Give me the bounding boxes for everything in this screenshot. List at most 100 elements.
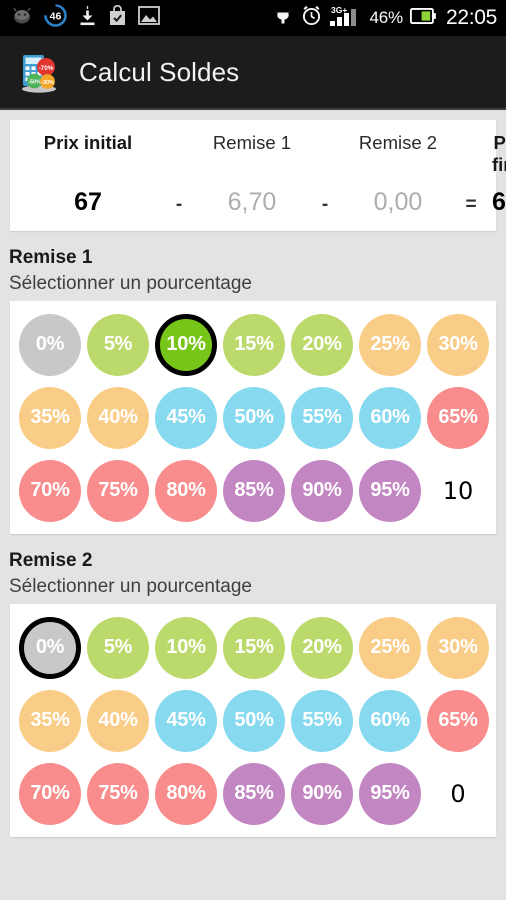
status-bar-clock: 22:05: [445, 6, 497, 29]
percentage-button-remise-2-0[interactable]: 0%: [19, 616, 81, 679]
percentage-button-remise-1-60[interactable]: 60%: [359, 386, 421, 449]
percentage-button-remise-2-45[interactable]: 45%: [155, 689, 217, 752]
percentage-cell: 20%: [288, 611, 356, 684]
percentage-cell: 65%: [424, 684, 492, 757]
image-icon: [138, 6, 160, 30]
percentage-button-remise-2-50[interactable]: 50%: [223, 689, 285, 752]
percentage-button-remise-2-25[interactable]: 25%: [359, 616, 421, 679]
percentage-button-remise-1-25[interactable]: 25%: [359, 313, 421, 376]
percentage-cell: 50%: [220, 381, 288, 454]
percentage-button-remise-1-90[interactable]: 90%: [291, 459, 353, 522]
section-remise-2: Remise 2 Sélectionner un pourcentage 0% 5% 1…: [0, 550, 506, 837]
percentage-cell: 70%: [16, 757, 84, 830]
svg-text:-70%: -70%: [39, 65, 54, 72]
percentage-button-remise-2-10[interactable]: 10%: [155, 616, 217, 679]
percentage-cell: 85%: [220, 757, 288, 830]
percentage-cell: 50%: [220, 684, 288, 757]
percentage-button-remise-1-75[interactable]: 75%: [87, 459, 149, 522]
percentage-cell: 15%: [220, 308, 288, 381]
percentage-button-remise-2-70[interactable]: 70%: [19, 762, 81, 825]
value-prix-final: 60,30: [492, 188, 506, 216]
percentage-button-remise-2-55[interactable]: 55%: [291, 689, 353, 752]
percentage-cell: 20%: [288, 308, 356, 381]
percentage-button-remise-1-95[interactable]: 95%: [359, 459, 421, 522]
percentage-button-remise-1-40[interactable]: 40%: [87, 386, 149, 449]
price-summary-headers: Prix initial Remise 1 Remise 2 Prix fina…: [18, 132, 506, 188]
percentage-button-remise-1-20[interactable]: 20%: [291, 313, 353, 376]
percentage-button-remise-2-40[interactable]: 40%: [87, 689, 149, 752]
percentage-button-remise-2-80[interactable]: 80%: [155, 762, 217, 825]
percentage-cell: 0%: [16, 611, 84, 684]
percentage-cell: 95%: [356, 757, 424, 830]
percentage-button-remise-2-60[interactable]: 60%: [359, 689, 421, 752]
percentage-cell: 80%: [152, 454, 220, 527]
status-bar: 46 3G+ 46% 22:05: [0, 0, 506, 36]
value-remise-2: 0,00: [373, 188, 423, 216]
operator-equals: =: [465, 194, 477, 215]
percentage-row: 70% 75% 80% 85% 90% 95% 0: [16, 757, 490, 830]
percentage-cell: 35%: [16, 684, 84, 757]
section-title-remise-1: Remise 1: [9, 247, 93, 268]
percentage-cell: 55%: [288, 684, 356, 757]
percentage-cell: 15%: [220, 611, 288, 684]
percentage-cell: 75%: [84, 454, 152, 527]
percentage-button-remise-2-5[interactable]: 5%: [87, 616, 149, 679]
value-remise-1: 6,70: [227, 188, 277, 216]
battery-percentage: 46%: [369, 8, 404, 27]
percentage-cell: 75%: [84, 757, 152, 830]
calculator-discount-icon[interactable]: -70% -50% -30%: [16, 49, 62, 95]
signal-3g-icon: 3G+: [329, 5, 363, 32]
percentage-button-remise-2-65[interactable]: 65%: [427, 689, 489, 752]
percentage-button-remise-2-85[interactable]: 85%: [223, 762, 285, 825]
percentage-cell: 45%: [152, 684, 220, 757]
percentage-cell: 45%: [152, 381, 220, 454]
percentage-cell: 85%: [220, 454, 288, 527]
percentage-button-remise-2-30[interactable]: 30%: [427, 616, 489, 679]
percentage-cell: 35%: [16, 381, 84, 454]
percentage-cell: 25%: [356, 308, 424, 381]
percentage-button-remise-1-55[interactable]: 55%: [291, 386, 353, 449]
section-remise-1: Remise 1 Sélectionner un pourcentage 0% 5% 1…: [0, 247, 506, 534]
svg-text:46: 46: [50, 11, 62, 23]
download-icon: [78, 5, 97, 32]
status-bar-system: 3G+ 46% 22:05: [272, 5, 497, 32]
header-spacer-2: [304, 137, 346, 149]
percentage-cell: 10%: [152, 308, 220, 381]
percentage-cell: 90%: [288, 757, 356, 830]
percentage-cell: 10%: [152, 611, 220, 684]
percentage-button-remise-2-75[interactable]: 75%: [87, 762, 149, 825]
percentage-button-remise-1-85[interactable]: 85%: [223, 459, 285, 522]
value-prix-initial[interactable]: 67: [18, 188, 158, 217]
percentage-button-remise-1-15[interactable]: 15%: [223, 313, 285, 376]
percentage-button-remise-1-50[interactable]: 50%: [223, 386, 285, 449]
percentage-cell: 40%: [84, 684, 152, 757]
percentage-button-remise-1-35[interactable]: 35%: [19, 386, 81, 449]
percentage-cell: 70%: [16, 454, 84, 527]
header-spacer-1: [158, 137, 200, 149]
label-remise-2: Remise 2: [358, 132, 438, 153]
percentage-button-remise-1-65[interactable]: 65%: [427, 386, 489, 449]
percentage-button-remise-2-15[interactable]: 15%: [223, 616, 285, 679]
selected-percentage-value-remise-2: 0: [450, 779, 466, 808]
percentage-button-remise-1-5[interactable]: 5%: [87, 313, 149, 376]
percentage-cell: 90%: [288, 454, 356, 527]
svg-text:-50%: -50%: [28, 79, 41, 85]
android-robot-icon: [11, 6, 33, 31]
percentage-button-remise-1-10[interactable]: 10%: [155, 313, 217, 376]
percentage-button-remise-1-45[interactable]: 45%: [155, 386, 217, 449]
label-remise-1: Remise 1: [212, 132, 292, 153]
operator-minus-2: -: [321, 194, 329, 215]
percentage-button-remise-2-90[interactable]: 90%: [291, 762, 353, 825]
percentage-cell: 30%: [424, 308, 492, 381]
percentage-button-remise-2-20[interactable]: 20%: [291, 616, 353, 679]
percentage-button-remise-1-30[interactable]: 30%: [427, 313, 489, 376]
header-spacer-3: [450, 137, 492, 149]
percentage-button-remise-2-35[interactable]: 35%: [19, 689, 81, 752]
percentage-button-remise-1-80[interactable]: 80%: [155, 459, 217, 522]
sync-badge-46-icon: 46: [44, 4, 67, 32]
percentage-button-remise-1-0[interactable]: 0%: [19, 313, 81, 376]
percentage-button-remise-2-95[interactable]: 95%: [359, 762, 421, 825]
percentage-button-remise-1-70[interactable]: 70%: [19, 459, 81, 522]
selected-percentage-value-remise-1: 10: [442, 476, 474, 505]
percentage-cell: 30%: [424, 611, 492, 684]
